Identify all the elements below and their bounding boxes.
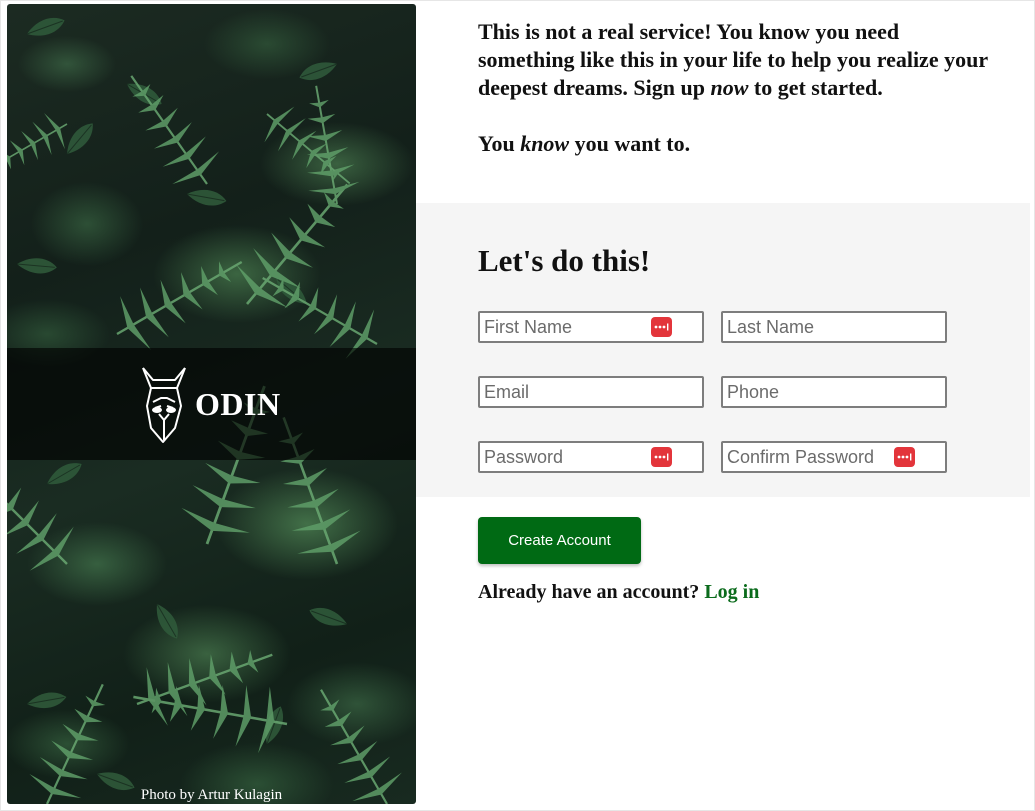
password-key-glyph bbox=[654, 453, 669, 461]
password-field-wrapper bbox=[478, 441, 704, 473]
intro-paragraph-2-tail: you want to. bbox=[569, 131, 691, 156]
phone-input[interactable] bbox=[723, 378, 945, 406]
password-key-glyph bbox=[897, 453, 912, 461]
intro-paragraph-1: This is not a real service! You know you… bbox=[478, 18, 988, 102]
form-title: Let's do this! bbox=[478, 243, 651, 278]
intro-paragraph-1-tail: to get started. bbox=[748, 75, 883, 100]
signup-form: Let's do this! bbox=[416, 203, 1030, 497]
password-key-icon[interactable] bbox=[651, 447, 672, 467]
intro-text: This is not a real service! You know you… bbox=[478, 18, 988, 158]
confirm-password-field-wrapper bbox=[721, 441, 947, 473]
intro-emphasis-know: know bbox=[520, 131, 570, 156]
logo-text: ODIN bbox=[195, 385, 281, 422]
phone-field-wrapper bbox=[721, 376, 947, 408]
first-name-field-wrapper bbox=[478, 311, 704, 343]
email-field-wrapper bbox=[478, 376, 704, 408]
odin-viking-icon bbox=[142, 367, 186, 443]
email-input[interactable] bbox=[480, 378, 702, 406]
intro-emphasis-now: now bbox=[710, 75, 749, 100]
last-name-input[interactable] bbox=[723, 313, 945, 341]
intro-paragraph-2-text: You bbox=[478, 131, 521, 156]
hero-image-panel: ODIN Photo by Artur Kulagin bbox=[7, 4, 416, 804]
login-link[interactable]: Log in bbox=[704, 581, 759, 603]
photo-credit: Photo by Artur Kulagin bbox=[140, 787, 283, 803]
logo: ODIN bbox=[139, 362, 281, 446]
login-prompt-text: Already have an account? bbox=[478, 581, 700, 603]
last-name-field-wrapper bbox=[721, 311, 947, 343]
create-account-button[interactable]: Create Account bbox=[478, 517, 641, 564]
password-key-glyph bbox=[654, 323, 669, 331]
logo-banner: ODIN bbox=[7, 348, 416, 460]
login-prompt: Already have an account? Log in bbox=[478, 580, 759, 604]
intro-paragraph-2: You know you want to. bbox=[478, 130, 988, 158]
password-key-icon[interactable] bbox=[894, 447, 915, 467]
password-key-icon[interactable] bbox=[651, 317, 672, 337]
